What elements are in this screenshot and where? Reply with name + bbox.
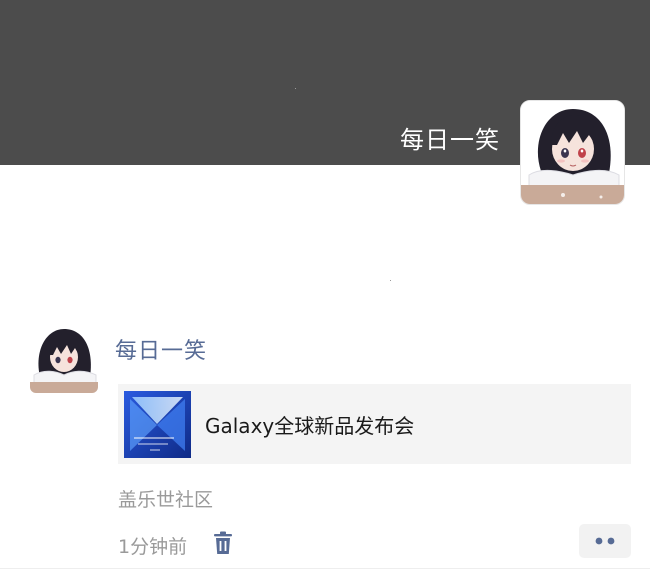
- post-time: 1分钟前: [118, 536, 188, 558]
- divider: [0, 568, 650, 569]
- more-options-button[interactable]: [579, 524, 631, 558]
- post-footer: 1分钟前: [0, 520, 650, 570]
- more-dots-icon: [595, 537, 615, 545]
- link-title: Galaxy全球新品发布会: [205, 413, 415, 438]
- cover-speck: [295, 88, 296, 89]
- post-author-name[interactable]: 每日一笑: [115, 333, 207, 365]
- page-speck: [390, 280, 391, 281]
- galaxy-event-thumbnail-image: [124, 390, 191, 458]
- post-source[interactable]: 盖乐世社区: [118, 485, 213, 512]
- shared-link-card[interactable]: Galaxy全球新品发布会: [118, 384, 631, 464]
- cover-avatar[interactable]: [520, 100, 625, 205]
- post-author-avatar[interactable]: [30, 325, 98, 393]
- anime-girl-avatar-image: [521, 101, 624, 204]
- link-thumbnail: [124, 390, 191, 458]
- trash-icon-glyph: [214, 531, 232, 554]
- cover-username: 每日一笑: [400, 126, 500, 154]
- trash-icon[interactable]: [212, 531, 234, 555]
- moments-page: 每日一笑 每日一笑 Galaxy全球新品发布会 盖乐世社区 1分钟前: [0, 0, 650, 576]
- anime-girl-avatar-image: [30, 325, 98, 393]
